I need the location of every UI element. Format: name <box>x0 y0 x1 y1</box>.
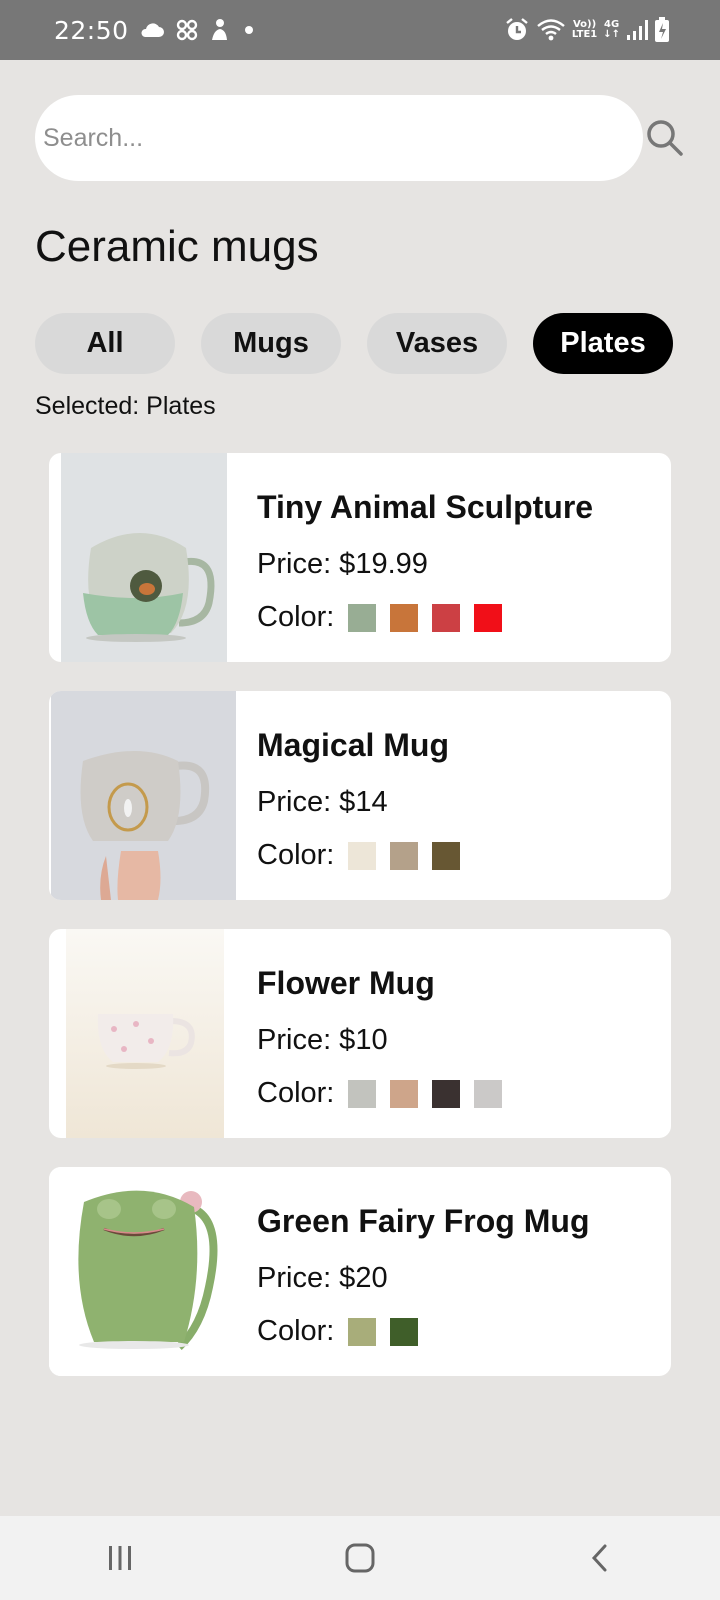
fan-icon <box>176 19 197 41</box>
wifi-icon <box>537 19 565 41</box>
network-indicator: 4G ↓↑ <box>603 20 620 40</box>
color-swatch[interactable] <box>348 1317 377 1346</box>
data-arrows-icon: ↓↑ <box>603 29 620 40</box>
product-price: Price: $20 <box>257 1262 388 1294</box>
product-card[interactable]: Tiny Animal Sculpture Price: $19.99 Colo… <box>49 453 671 662</box>
system-nav-bar <box>0 1516 720 1600</box>
product-price: Price: $19.99 <box>257 548 428 580</box>
lte-label: LTE1 <box>571 29 598 40</box>
product-colors: Color: <box>257 601 516 634</box>
chip-vases[interactable]: Vases <box>367 313 507 374</box>
recents-icon <box>109 1546 131 1570</box>
chip-all[interactable]: All <box>35 313 175 374</box>
product-image <box>51 691 236 900</box>
color-label: Color: <box>257 839 335 871</box>
product-name: Magical Mug <box>257 727 450 763</box>
battery-icon <box>655 17 669 42</box>
product-image <box>49 1167 239 1376</box>
product-card[interactable]: Green Fairy Frog Mug Price: $20 Color: <box>49 1167 671 1376</box>
color-swatch[interactable] <box>390 1079 419 1108</box>
product-card[interactable]: Flower Mug Price: $10 Color: <box>49 929 671 1138</box>
person-icon <box>211 19 227 40</box>
home-button[interactable] <box>320 1528 400 1588</box>
search-input[interactable] <box>43 123 603 153</box>
recents-button[interactable] <box>80 1528 160 1588</box>
product-price: Price: $10 <box>257 1024 388 1056</box>
product-colors: Color: <box>257 1077 516 1110</box>
back-icon <box>591 1544 607 1572</box>
status-time: 22:50 <box>54 15 129 45</box>
color-swatch[interactable] <box>432 603 461 632</box>
product-price: Price: $14 <box>257 786 388 818</box>
color-swatch[interactable] <box>348 603 377 632</box>
color-swatch[interactable] <box>390 603 419 632</box>
back-button[interactable] <box>560 1528 640 1588</box>
color-label: Color: <box>257 601 335 633</box>
home-icon <box>345 1543 375 1573</box>
product-card[interactable]: Magical Mug Price: $14 Color: <box>49 691 671 900</box>
chip-mugs[interactable]: Mugs <box>201 313 341 374</box>
selected-filter-text: Selected: Plates <box>35 392 216 420</box>
page-title: Ceramic mugs <box>35 222 319 271</box>
color-label: Color: <box>257 1315 335 1347</box>
product-image <box>61 453 227 662</box>
product-name: Green Fairy Frog Mug <box>257 1203 590 1239</box>
filter-chips: All Mugs Vases Plates <box>35 313 673 374</box>
color-swatch[interactable] <box>474 1079 503 1108</box>
product-colors: Color: <box>257 839 474 872</box>
color-swatch[interactable] <box>348 1079 377 1108</box>
color-label: Color: <box>257 1077 335 1109</box>
color-swatch[interactable] <box>390 1317 419 1346</box>
color-swatch[interactable] <box>390 841 419 870</box>
cloud-icon <box>141 23 164 37</box>
product-name: Tiny Animal Sculpture <box>257 489 594 525</box>
color-swatch[interactable] <box>432 841 461 870</box>
color-swatch[interactable] <box>474 603 503 632</box>
dot-icon <box>244 26 253 34</box>
chip-plates[interactable]: Plates <box>533 313 673 374</box>
search-icon[interactable] <box>645 118 685 158</box>
signal-icon <box>627 20 648 40</box>
volte-indicator: Vo)) LTE1 <box>572 20 597 40</box>
search-box[interactable] <box>35 95 643 181</box>
color-swatch[interactable] <box>348 841 377 870</box>
product-colors: Color: <box>257 1315 432 1348</box>
product-image <box>66 929 224 1138</box>
alarm-icon <box>506 18 528 40</box>
product-name: Flower Mug <box>257 965 435 1001</box>
color-swatch[interactable] <box>432 1079 461 1108</box>
status-bar: 22:50 Vo)) LTE1 4G ↓↑ <box>0 0 720 60</box>
